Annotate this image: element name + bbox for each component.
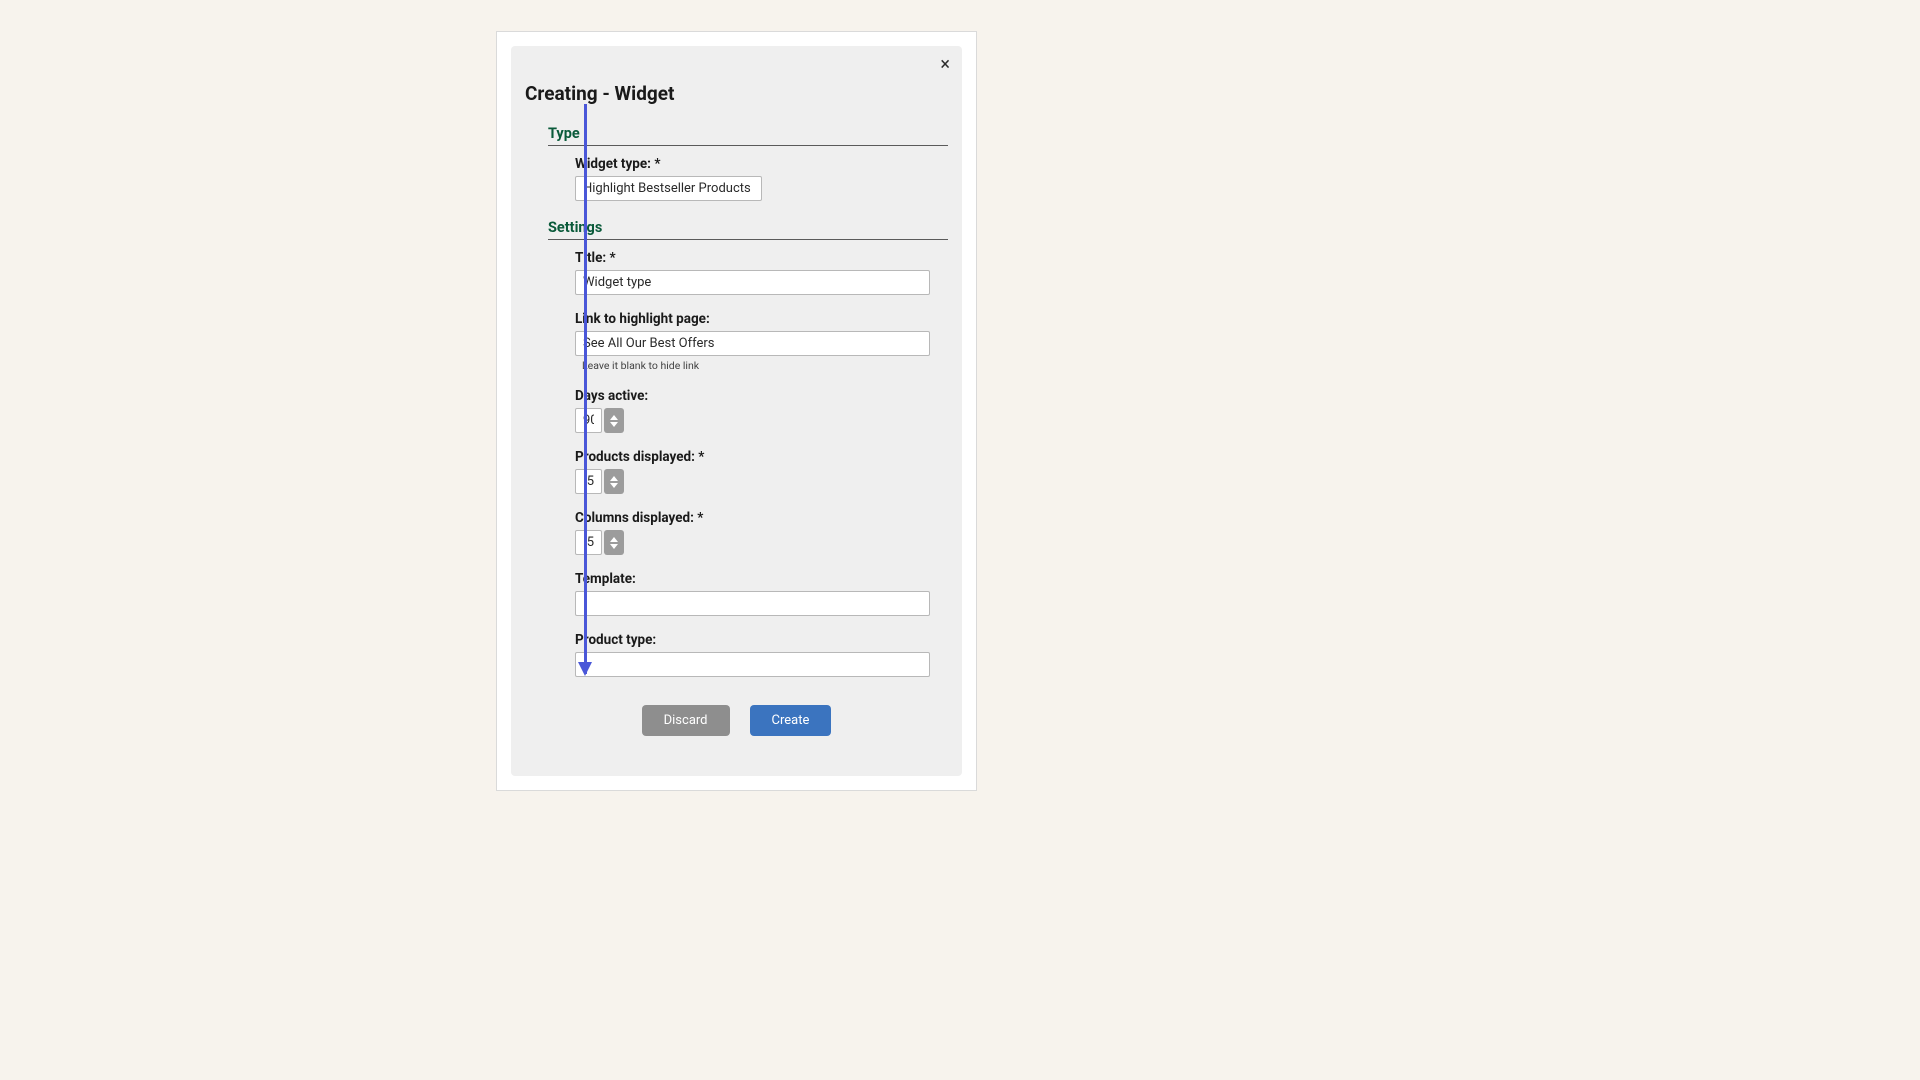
field-product-type: Product type: [575, 632, 948, 677]
chevron-up-icon [610, 537, 618, 542]
products-displayed-input[interactable] [575, 469, 602, 494]
days-active-input[interactable] [575, 408, 602, 433]
product-type-input[interactable] [575, 652, 930, 677]
template-input[interactable] [575, 591, 930, 616]
days-active-label: Days active: [575, 388, 948, 404]
section-settings-header: Settings [548, 219, 948, 240]
columns-displayed-input[interactable] [575, 530, 602, 555]
create-widget-modal: × Creating - Widget Type Widget type: * … [511, 46, 962, 776]
title-input[interactable] [575, 270, 930, 295]
field-template: Template: [575, 571, 948, 616]
chevron-down-icon [610, 422, 618, 427]
widget-type-label: Widget type: * [575, 156, 948, 172]
widget-type-select[interactable] [575, 176, 762, 201]
products-displayed-stepper[interactable] [604, 469, 624, 494]
chevron-down-icon [610, 483, 618, 488]
chevron-up-icon [610, 415, 618, 420]
products-displayed-label: Products displayed: * [575, 449, 948, 465]
link-label: Link to highlight page: [575, 311, 948, 327]
product-type-label: Product type: [575, 632, 948, 648]
field-days-active: Days active: [575, 388, 948, 433]
link-input[interactable] [575, 331, 930, 356]
close-icon[interactable]: × [936, 52, 954, 78]
field-products-displayed: Products displayed: * [575, 449, 948, 494]
field-link: Link to highlight page: Leave it blank t… [575, 311, 948, 372]
modal-frame: × Creating - Widget Type Widget type: * … [496, 31, 977, 791]
modal-title: Creating - Widget [525, 82, 948, 105]
field-title: Title: * [575, 250, 948, 295]
template-label: Template: [575, 571, 948, 587]
link-helper-text: Leave it blank to hide link [582, 359, 948, 372]
create-button[interactable]: Create [750, 705, 832, 736]
field-columns-displayed: Columns displayed: * [575, 510, 948, 555]
columns-displayed-label: Columns displayed: * [575, 510, 948, 526]
columns-displayed-stepper[interactable] [604, 530, 624, 555]
title-label: Title: * [575, 250, 948, 266]
discard-button[interactable]: Discard [642, 705, 730, 736]
section-type-header: Type [548, 125, 948, 146]
chevron-down-icon [610, 544, 618, 549]
chevron-up-icon [610, 476, 618, 481]
days-active-stepper[interactable] [604, 408, 624, 433]
modal-button-row: Discard Create [525, 705, 948, 736]
field-widget-type: Widget type: * [575, 156, 948, 201]
